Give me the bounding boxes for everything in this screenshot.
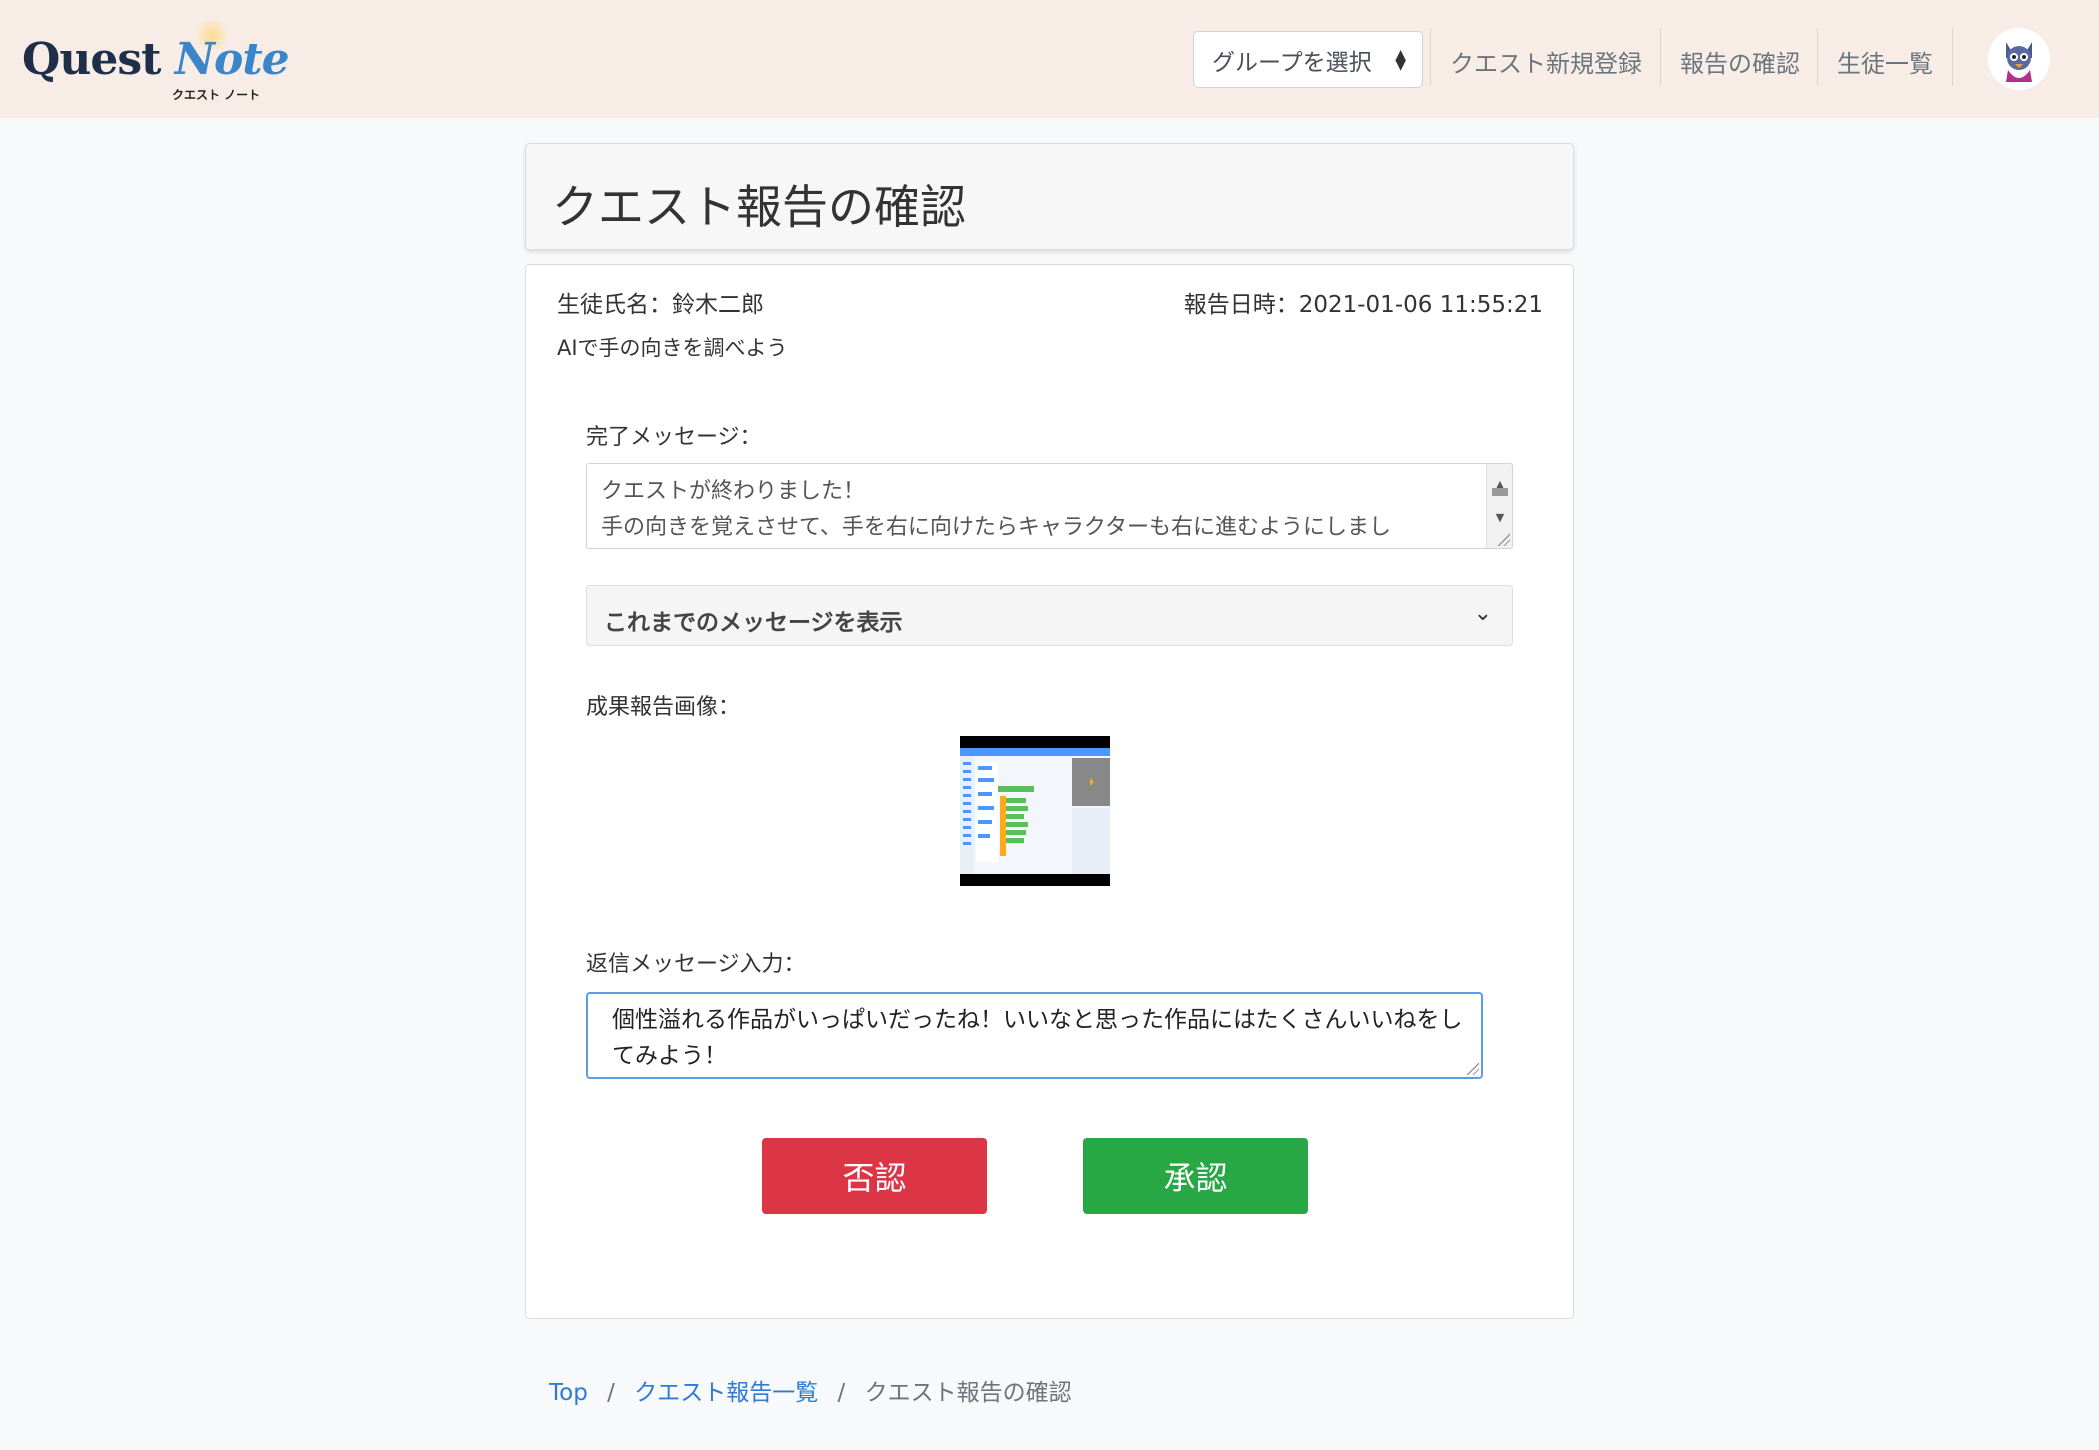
resize-grip-icon[interactable]: [1496, 532, 1510, 546]
group-select[interactable]: グループを選択 ▲ ▼: [1193, 31, 1423, 88]
result-image-thumbnail[interactable]: [960, 736, 1110, 886]
nav-link-student-list[interactable]: 生徒一覧: [1837, 44, 1933, 79]
breadcrumb-report-list-link[interactable]: クエスト報告一覧: [634, 1380, 818, 1406]
group-select-value: グループを選択: [1212, 49, 1372, 76]
logo-word-note: Note: [174, 34, 290, 85]
completion-message-field[interactable]: クエストが終わりました！ 手の向きを覚えさせて、手を右に向けたらキャラクターも右…: [586, 463, 1513, 549]
reject-button[interactable]: 否認: [762, 1138, 987, 1214]
quest-title: AIで手の向きを調べよう: [557, 336, 788, 360]
user-avatar[interactable]: [1988, 28, 2050, 90]
mascot-avatar-icon: [1988, 28, 2050, 90]
breadcrumb-separator: /: [607, 1380, 615, 1406]
scroll-down-icon[interactable]: ▼: [1487, 500, 1512, 536]
breadcrumb-current: クエスト報告の確認: [864, 1380, 1072, 1406]
scratch-screenshot-image: [960, 748, 1110, 874]
logo-word-quest: Quest: [22, 34, 161, 85]
scroll-up-icon[interactable]: ▲: [1487, 467, 1512, 503]
nav-divider: [1952, 28, 1953, 86]
screenshot-content-icon: [960, 748, 1110, 874]
message-history-toggle[interactable]: これまでのメッセージを表示 ⌄: [586, 585, 1513, 646]
report-card: 生徒氏名：鈴木二郎 報告日時：2021-01-06 11:55:21 AIで手の…: [525, 264, 1574, 1319]
questnote-logo[interactable]: Quest Note クエスト ノート: [22, 20, 290, 102]
message-history-label: これまでのメッセージを表示: [604, 610, 903, 636]
logo-wordmark: Quest Note: [22, 34, 290, 85]
completion-message-line-2: 手の向きを覚えさせて、手を右に向けたらキャラクターも右に進むようにしまし: [601, 515, 1392, 540]
result-image-label: 成果報告画像：: [586, 695, 741, 720]
reply-message-label: 返信メッセージ入力：: [586, 952, 806, 977]
breadcrumb-separator: /: [837, 1380, 846, 1406]
navbar: Quest Note クエスト ノート グループを選択 ▲ ▼ クエスト新規登録 …: [0, 0, 2099, 118]
completion-message-label: 完了メッセージ：: [586, 425, 762, 450]
approve-button[interactable]: 承認: [1083, 1138, 1308, 1214]
resize-grip-icon[interactable]: [1465, 1061, 1479, 1075]
report-datetime: 報告日時：2021-01-06 11:55:21: [1183, 292, 1543, 318]
completion-message-line-1: クエストが終わりました！: [601, 479, 866, 504]
nav-link-new-quest[interactable]: クエスト新規登録: [1450, 44, 1642, 79]
select-arrows-icon: ▲ ▼: [1395, 46, 1406, 73]
scroll-thumb[interactable]: [1492, 488, 1508, 496]
chevron-down-icon: ⌄: [1473, 601, 1492, 626]
nav-link-report-check[interactable]: 報告の確認: [1680, 44, 1800, 79]
page-title-card: クエスト報告の確認: [525, 143, 1574, 250]
reply-message-input[interactable]: 個性溢れる作品がいっぱいだったね！いいなと思った作品にはたくさんいいねをしてみよ…: [586, 992, 1483, 1079]
nav-divider: [1430, 28, 1431, 86]
reply-message-value: 個性溢れる作品がいっぱいだったね！いいなと思った作品にはたくさんいいねをしてみよ…: [612, 1007, 1463, 1069]
breadcrumb: Top / クエスト報告一覧 / クエスト報告の確認: [549, 1373, 1072, 1407]
page-title: クエスト報告の確認: [552, 180, 966, 234]
nav-divider: [1660, 28, 1661, 86]
breadcrumb-top-link[interactable]: Top: [549, 1380, 588, 1406]
nav-divider: [1817, 28, 1818, 86]
student-name: 生徒氏名：鈴木二郎: [557, 292, 764, 318]
logo-subtitle: クエスト ノート: [172, 88, 261, 102]
